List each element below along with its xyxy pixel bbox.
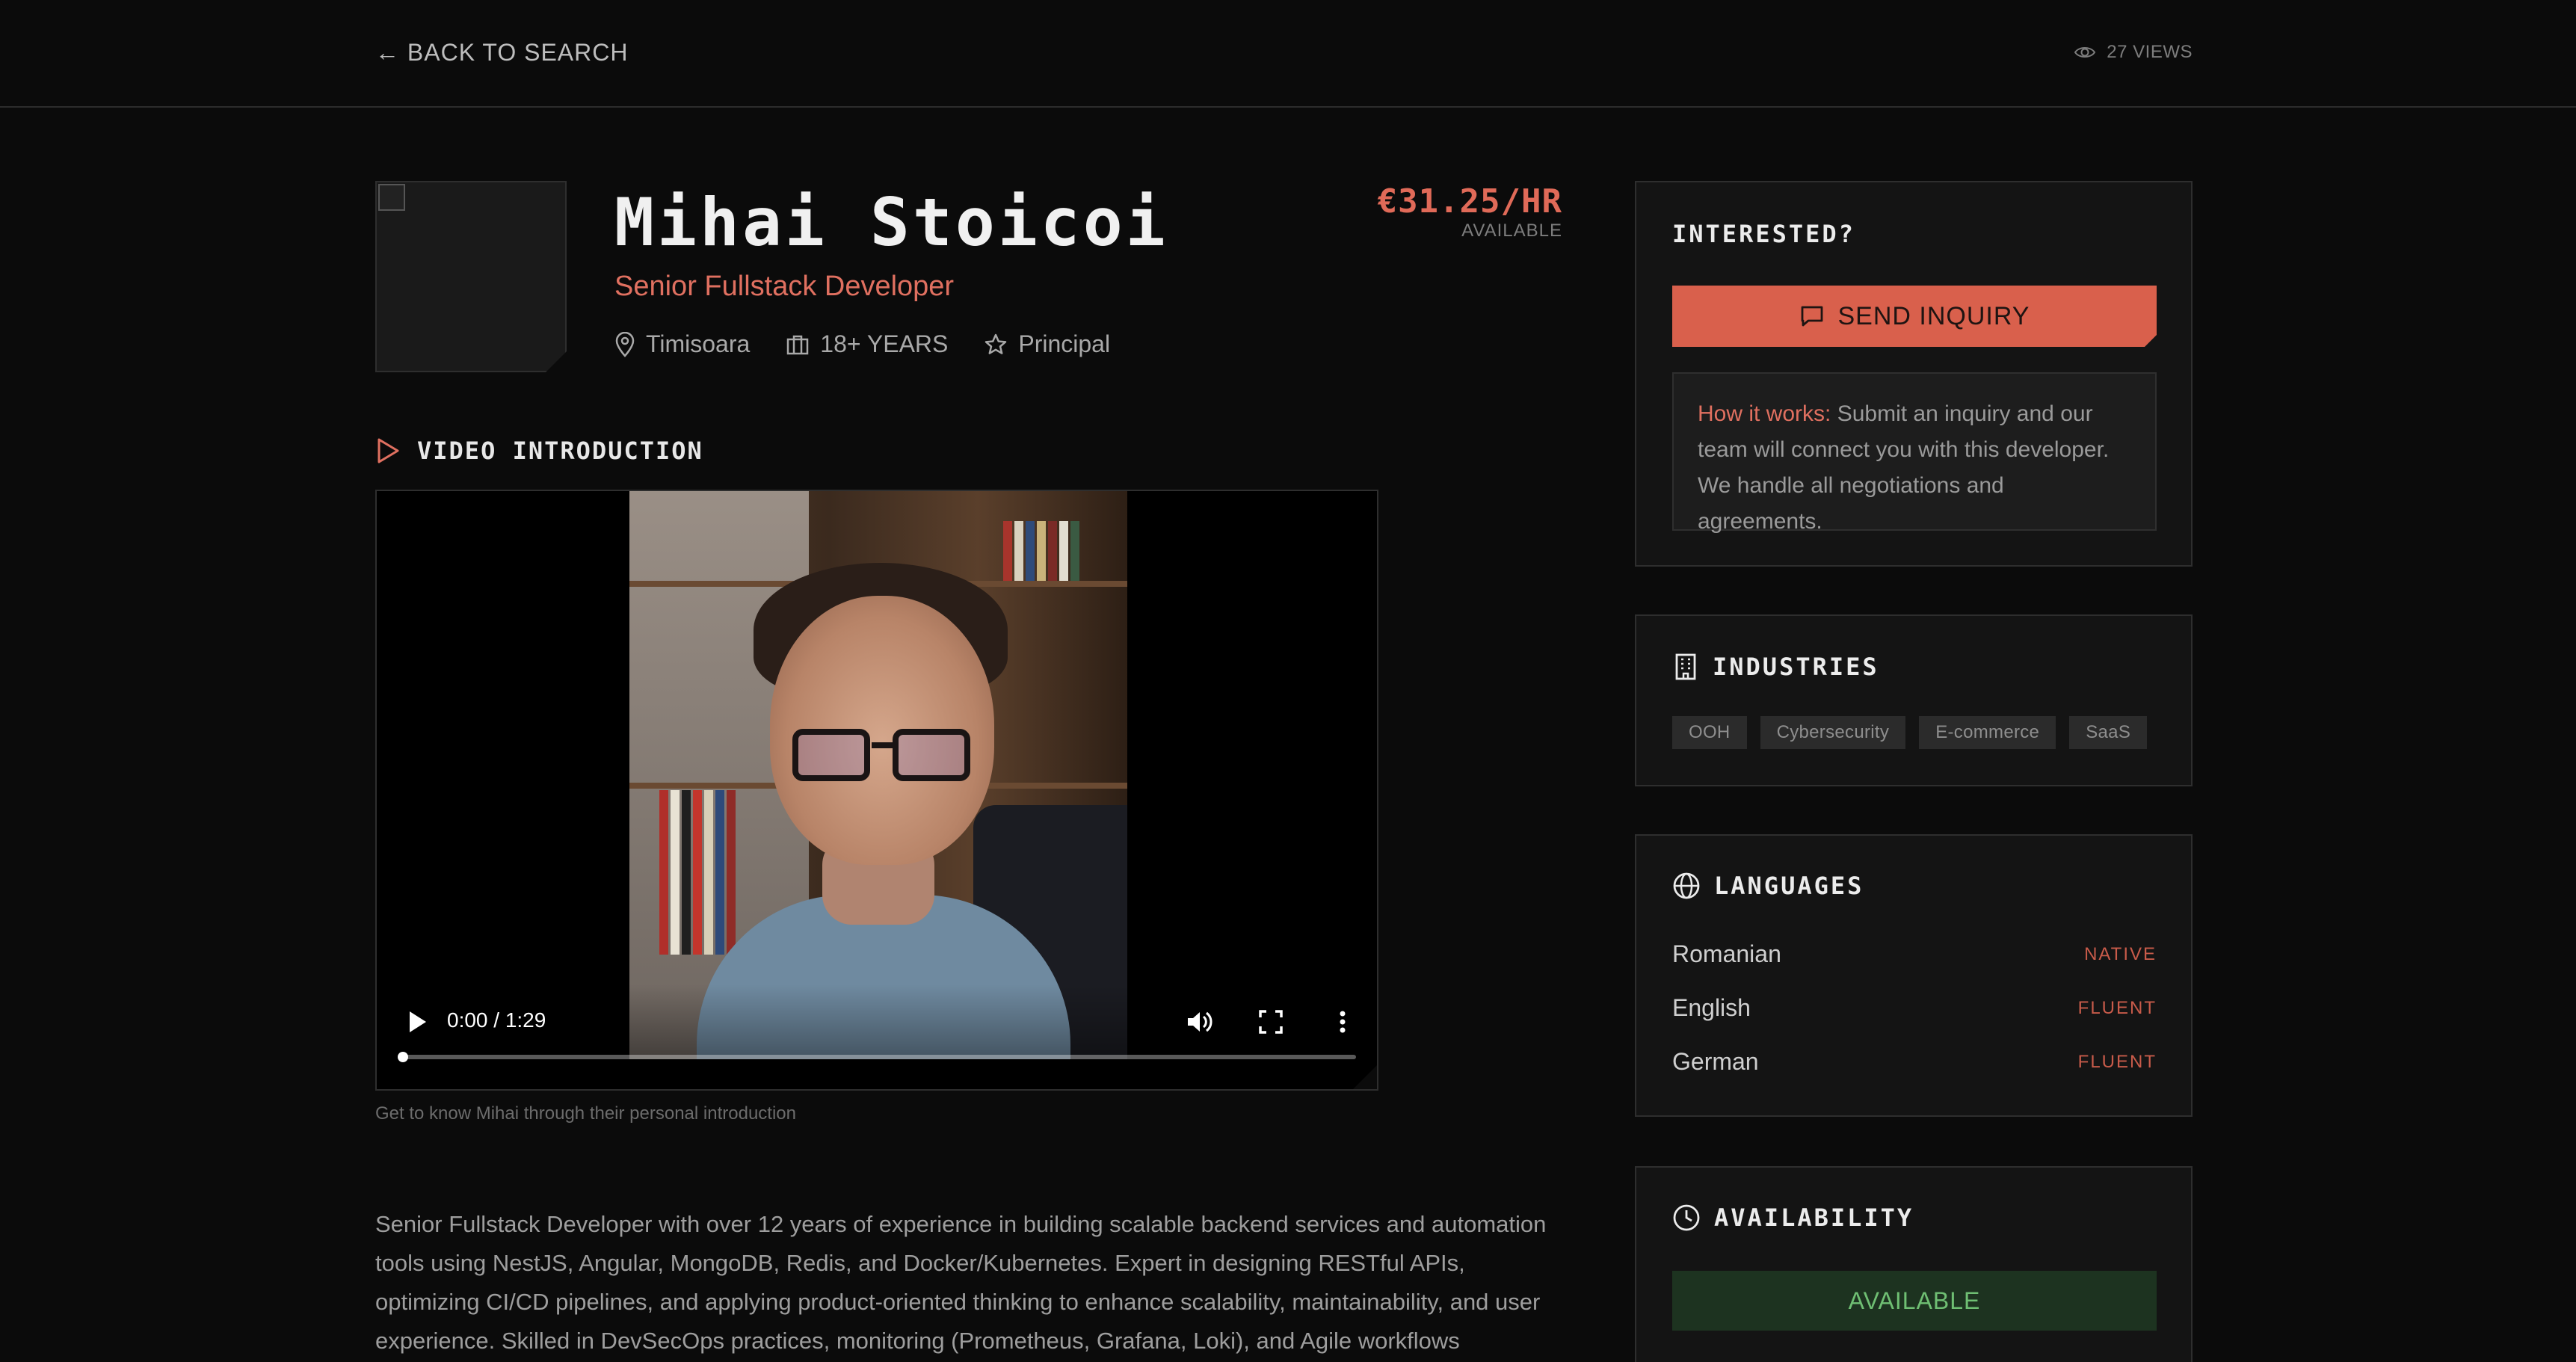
building-icon — [1675, 653, 1696, 680]
briefcase-icon — [787, 335, 809, 354]
more-options-icon[interactable] — [1328, 1007, 1358, 1037]
experience-meta: 18+ YEARS — [786, 330, 948, 358]
video-frame — [629, 491, 1127, 1059]
video-progress-knob[interactable] — [398, 1052, 408, 1062]
language-row: English FLUENT — [1672, 994, 2157, 1022]
inquiry-title: INTERESTED? — [1672, 220, 1855, 248]
inquiry-card: INTERESTED? SEND INQUIRY How it works: S… — [1635, 181, 2193, 567]
developer-role: Senior Fullstack Developer — [614, 271, 955, 302]
availability-card: AVAILABILITY AVAILABLE — [1635, 1166, 2193, 1362]
video-player[interactable]: 0:00 / 1:29 — [375, 490, 1378, 1091]
back-to-search-link[interactable]: ← BACK TO SEARCH — [375, 39, 628, 67]
glasses-right-lens — [893, 729, 970, 781]
video-time: 0:00 / 1:29 — [447, 1008, 546, 1032]
volume-icon[interactable] — [1184, 1007, 1214, 1037]
books — [1003, 521, 1079, 581]
play-icon[interactable] — [402, 1007, 432, 1037]
industry-tag: Cybersecurity — [1760, 716, 1906, 749]
language-name: German — [1672, 1048, 1759, 1075]
industry-tag: OOH — [1672, 716, 1747, 749]
how-it-works-label: How it works: — [1698, 401, 1831, 426]
send-inquiry-button[interactable]: SEND INQUIRY — [1672, 286, 2157, 347]
play-outline-icon — [378, 438, 399, 463]
location-meta: Timisoara — [614, 330, 750, 358]
broken-image-icon — [378, 184, 405, 211]
map-pin-icon — [615, 331, 635, 357]
glasses-left-lens — [792, 729, 870, 781]
message-square-icon — [1801, 306, 1822, 327]
video-progress-bar[interactable] — [398, 1052, 1356, 1062]
language-name: English — [1672, 994, 1751, 1021]
languages-title: LANGUAGES — [1714, 872, 1864, 900]
clock-icon — [1673, 1204, 1700, 1231]
industry-tags: OOH Cybersecurity E-commerce SaaS — [1672, 716, 2148, 749]
industry-tag: E-commerce — [1919, 716, 2056, 749]
video-caption: Get to know Mihai through their personal… — [375, 1103, 796, 1124]
video-controls-bar — [377, 984, 1377, 1089]
industry-tag: SaaS — [2069, 716, 2148, 749]
views-label: 27 VIEWS — [2107, 42, 2193, 62]
bio-text: Senior Fullstack Developer with over 12 … — [375, 1211, 1547, 1354]
seniority-meta: Principal — [984, 330, 1110, 358]
availability-heading: AVAILABILITY — [1672, 1204, 1914, 1232]
languages-card: LANGUAGES Romanian NATIVE English FLUENT… — [1635, 834, 2193, 1117]
star-icon — [985, 333, 1007, 354]
views-counter: 27 VIEWS — [2074, 42, 2193, 63]
books — [659, 790, 736, 955]
availability-status: AVAILABLE — [1672, 1271, 2157, 1331]
seniority-label: Principal — [1018, 330, 1111, 357]
industries-card: INDUSTRIES OOH Cybersecurity E-commerce … — [1635, 614, 2193, 786]
send-inquiry-label: SEND INQUIRY — [1837, 301, 2030, 330]
how-it-works-box: How it works: Submit an inquiry and our … — [1672, 372, 2157, 534]
languages-heading: LANGUAGES — [1672, 872, 1864, 900]
video-section-title: VIDEO INTRODUCTION — [417, 437, 703, 465]
rate-status: AVAILABLE — [1461, 221, 1562, 241]
language-level: FLUENT — [2077, 997, 2157, 1018]
developer-name: Mihai Stoicoi — [614, 184, 1168, 261]
language-level: NATIVE — [2084, 943, 2157, 964]
profile-meta: Timisoara 18+ YEARS Principal — [614, 330, 1110, 358]
avatar — [375, 181, 567, 372]
glasses-bridge — [872, 742, 894, 748]
language-row: German FLUENT — [1672, 1048, 2157, 1076]
globe-icon — [1673, 872, 1700, 899]
video-section-heading: VIDEO INTRODUCTION — [375, 437, 703, 465]
back-link-label: ← BACK TO SEARCH — [375, 39, 629, 66]
eye-icon — [2074, 47, 2096, 58]
hourly-rate: €31.25/HR AVAILABLE — [1378, 182, 1562, 241]
availability-title: AVAILABILITY — [1714, 1204, 1914, 1232]
location-label: Timisoara — [646, 330, 751, 357]
industries-heading: INDUSTRIES — [1672, 652, 1879, 682]
language-row: Romanian NATIVE — [1672, 940, 2157, 968]
rate-value: €31.25/HR — [1377, 182, 1562, 221]
language-name: Romanian — [1672, 940, 1781, 967]
experience-label: 18+ YEARS — [820, 330, 949, 357]
industries-title: INDUSTRIES — [1713, 653, 1879, 681]
fullscreen-icon[interactable] — [1256, 1007, 1286, 1037]
top-bar: ← BACK TO SEARCH 27 VIEWS — [0, 0, 2576, 108]
language-level: FLUENT — [2077, 1051, 2157, 1072]
